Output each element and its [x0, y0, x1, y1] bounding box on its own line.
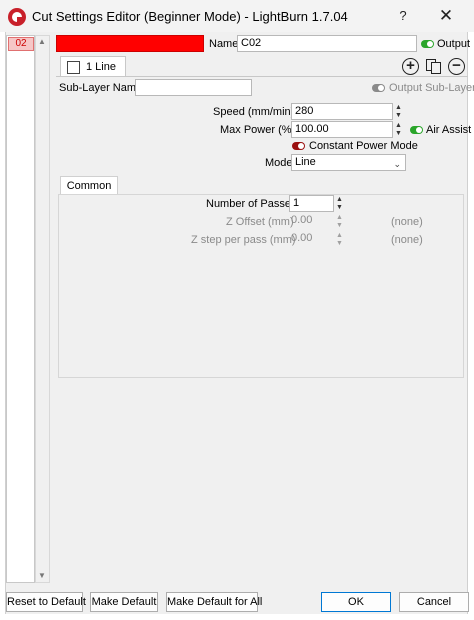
z-step-stepper[interactable]: ▲ ▼ — [335, 231, 346, 248]
air-assist-label: Air Assist — [426, 124, 472, 136]
close-button[interactable]: ✕ — [434, 4, 458, 28]
passes-input[interactable]: 1 — [289, 195, 334, 212]
speed-label: Speed (mm/min) — [213, 106, 295, 118]
layer-list-scrollbar[interactable]: ▲ ▼ — [35, 35, 50, 583]
z-offset-note: (none) — [391, 216, 423, 228]
constant-power-label: Constant Power Mode — [309, 140, 418, 152]
scroll-up-icon[interactable]: ▲ — [38, 37, 46, 46]
mode-value: Line — [295, 156, 316, 168]
layer-item[interactable]: 02 — [8, 37, 34, 51]
tab-sublayer-1[interactable]: 1 Line — [60, 56, 126, 77]
tab-divider — [56, 76, 468, 77]
output-sublayer-label: Output Sub-Layer — [389, 82, 474, 94]
speed-input[interactable]: 280 — [291, 103, 393, 120]
cancel-button[interactable]: Cancel — [399, 592, 469, 612]
z-step-label: Z step per pass (mm) — [191, 234, 296, 246]
title-bar: Cut Settings Editor (Beginner Mode) - Li… — [0, 0, 474, 32]
sublayer-tab-label: 1 Line — [86, 61, 116, 73]
z-offset-label: Z Offset (mm) — [226, 216, 294, 228]
copy-icon[interactable] — [425, 58, 442, 75]
layer-list[interactable]: 02 — [6, 35, 35, 583]
z-step-input[interactable]: 0.00 — [291, 231, 335, 248]
output-sublayer-toggle[interactable] — [372, 84, 385, 92]
lightburn-logo-icon — [8, 8, 26, 26]
sublayer-name-input[interactable] — [135, 79, 252, 96]
tab-common[interactable]: Common — [60, 176, 118, 195]
scroll-down-icon[interactable]: ▼ — [38, 571, 46, 580]
speed-stepper[interactable]: ▲ ▼ — [394, 103, 405, 120]
chevron-down-icon: ⌄ — [393, 159, 401, 169]
max-power-input[interactable]: 100.00 — [291, 121, 393, 138]
mode-select[interactable]: Line ⌄ — [291, 154, 406, 171]
ok-button[interactable]: OK — [321, 592, 391, 612]
name-input[interactable]: C02 — [237, 35, 417, 52]
layer-color-swatch[interactable] — [56, 35, 204, 52]
output-toggle[interactable] — [421, 40, 434, 48]
reset-to-default-button[interactable]: Reset to Default — [6, 592, 86, 612]
max-power-label: Max Power (%) — [220, 124, 296, 136]
constant-power-toggle[interactable] — [292, 142, 305, 150]
mode-label: Mode — [265, 157, 293, 169]
z-offset-input[interactable]: 0.00 — [291, 213, 335, 230]
name-label: Name — [209, 38, 239, 50]
z-offset-stepper[interactable]: ▲ ▼ — [335, 213, 346, 230]
air-assist-toggle[interactable] — [410, 126, 423, 134]
help-button[interactable]: ? — [392, 6, 414, 26]
sublayer-name-label: Sub-Layer Name — [59, 82, 143, 94]
output-label: Output — [437, 38, 471, 50]
passes-label: Number of Passes — [206, 198, 297, 210]
make-default-for-all-button[interactable]: Make Default for All — [166, 592, 262, 612]
window-title: Cut Settings Editor (Beginner Mode) - Li… — [32, 9, 348, 24]
remove-icon[interactable]: − — [448, 58, 465, 75]
max-power-stepper[interactable]: ▲ ▼ — [394, 121, 405, 138]
sublayer-enable-checkbox[interactable] — [67, 61, 80, 74]
add-icon[interactable]: + — [402, 58, 419, 75]
make-default-button[interactable]: Make Default — [90, 592, 158, 612]
z-step-note: (none) — [391, 234, 423, 246]
passes-stepper[interactable]: ▲ ▼ — [335, 195, 346, 212]
